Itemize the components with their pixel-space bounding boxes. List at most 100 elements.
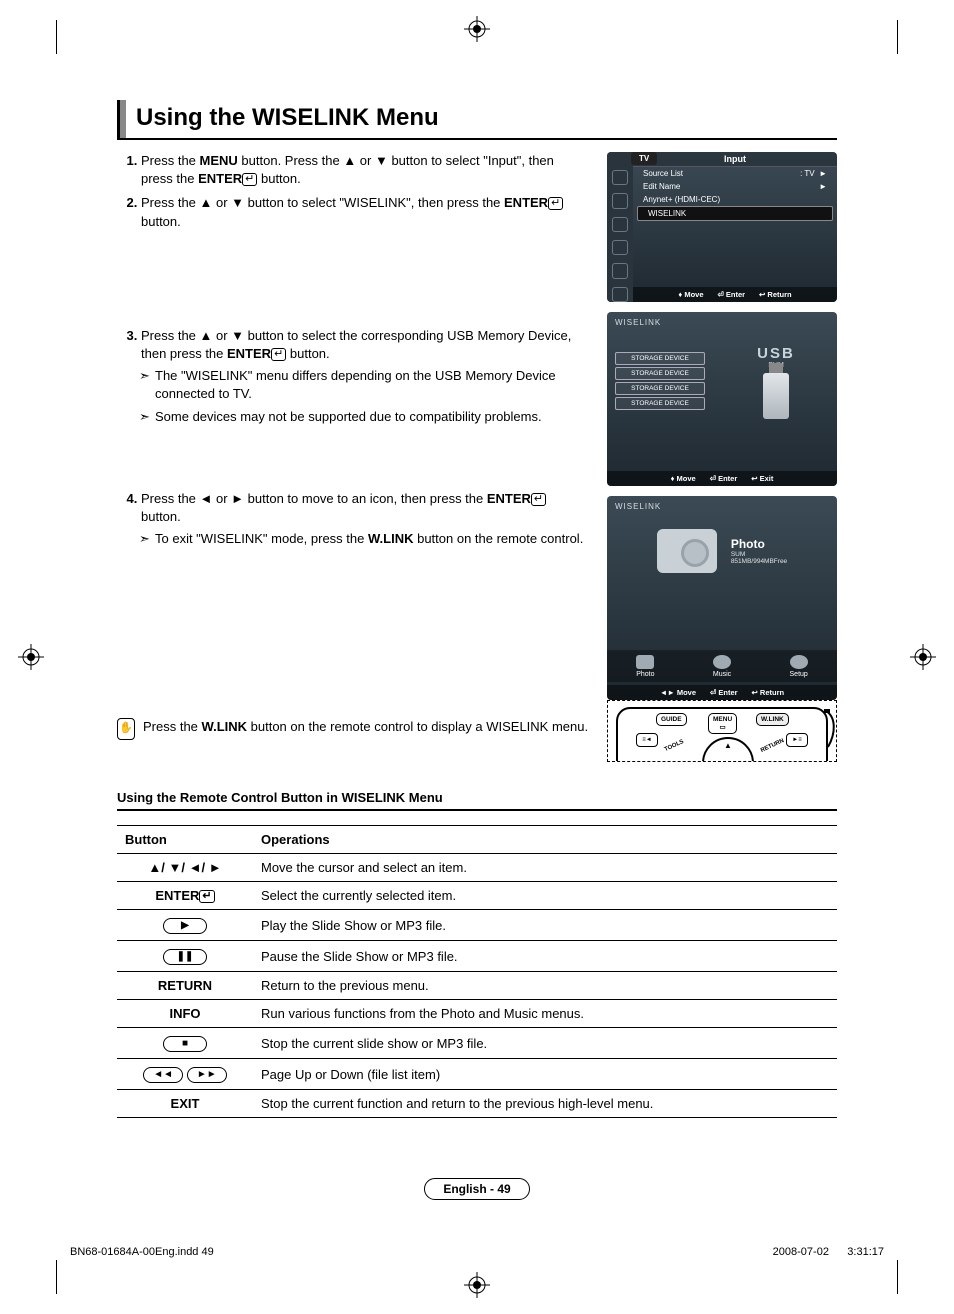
crop-line: [897, 1260, 898, 1294]
osd-mode-photo: Photo: [636, 655, 654, 678]
osd-hint-move: ◄► Move: [660, 688, 696, 697]
osd-sidebar: [607, 152, 633, 302]
osd-sidebar-icon: [612, 170, 628, 185]
step-4: Press the ◄ or ► button to move to an ic…: [141, 490, 589, 549]
osd-hint-move: ♦ Move: [678, 290, 703, 299]
remote-side-button: ►≡: [786, 733, 808, 747]
table-cell-op: Page Up or Down (file list item): [253, 1059, 837, 1090]
osd-row-edit-name: Edit Name►: [633, 180, 837, 193]
remote-callout-icon: [824, 709, 837, 749]
remote-wlink-button: W.LINK: [756, 713, 789, 726]
osd-hint-enter: ⏎ Enter: [718, 290, 746, 299]
footer-timestamp: 2008-07-02 3:31:17: [773, 1246, 884, 1258]
crop-line: [897, 20, 898, 54]
osd-sidebar-icon: [612, 263, 628, 278]
remote-menu-button: MENU▭: [708, 713, 737, 734]
registration-mark-icon: [910, 644, 936, 670]
section-title-row: Using the WISELINK Menu: [117, 100, 837, 140]
osd-row-anynet: Anynet+ (HDMI-CEC): [633, 193, 837, 206]
table-cell-button: INFO: [117, 1000, 253, 1028]
osd-hint-return: ↩ Return: [759, 290, 792, 299]
print-footer: BN68-01684A-00Eng.indd 49 2008-07-02 3:3…: [70, 1246, 884, 1258]
usb-stick-icon: [763, 373, 789, 419]
osd-storage-list: STORAGE DEVICE STORAGE DEVICE STORAGE DE…: [615, 352, 705, 412]
osd-sidebar-icon: [612, 217, 628, 232]
osd-mode-setup: Setup: [790, 655, 808, 678]
remote-guide-button: GUIDE: [656, 713, 687, 726]
setup-mode-icon: [790, 655, 808, 669]
osd-wiselink-label: WISELINK: [615, 502, 829, 511]
osd-hint-exit: ↩ Exit: [751, 474, 773, 483]
osd-storage-item: STORAGE DEVICE: [615, 352, 705, 365]
table-cell-op: Move the cursor and select an item.: [253, 854, 837, 882]
enter-icon: ↵: [548, 197, 563, 210]
play-icon: ▶: [163, 918, 207, 934]
table-cell-button: EXIT: [117, 1090, 253, 1118]
note-row: ✋ Press the W.LINK button on the remote …: [117, 718, 589, 740]
osd-hint-return: ↩ Return: [752, 688, 785, 697]
table-cell-button: ▶: [117, 910, 253, 941]
osd-footer: ◄► Move ⏎ Enter ↩ Return: [607, 685, 837, 700]
osd-usb-block: USB SUM: [723, 345, 829, 419]
osd-footer: ♦ Move ⏎ Enter ↩ Return: [633, 287, 837, 302]
osd-hint-enter: ⏎ Enter: [710, 688, 738, 697]
camera-icon: [657, 529, 717, 573]
step-3-note-2: Some devices may not be supported due to…: [155, 408, 589, 426]
osd-sidebar-icon: [612, 287, 628, 302]
remote-note-icon: ✋: [117, 718, 135, 740]
table-cell-op: Select the currently selected item.: [253, 882, 837, 910]
photo-mode-icon: [636, 655, 654, 669]
remote-tools-label: TOOLS: [664, 739, 685, 753]
osd-sidebar-icon: [612, 193, 628, 208]
pause-icon: ❚❚: [163, 949, 207, 965]
crop-line: [56, 1260, 57, 1294]
page-title: Using the WISELINK Menu: [136, 100, 439, 138]
enter-icon: ↵: [531, 493, 546, 506]
table-cell-button: ◄◄ ►►: [117, 1059, 253, 1090]
osd-row-wiselink: WISELINK: [637, 206, 833, 221]
remote-side-button: ≡◄: [636, 733, 658, 747]
registration-mark-icon: [464, 16, 490, 42]
osd-storage-item: STORAGE DEVICE: [615, 382, 705, 395]
table-cell-op: Run various functions from the Photo and…: [253, 1000, 837, 1028]
osd-photo-panel: WISELINK Photo SUM 851MB/994MBFree Photo…: [607, 496, 837, 700]
step-3: Press the ▲ or ▼ button to select the co…: [141, 327, 589, 484]
table-cell-op: Stop the current function and return to …: [253, 1090, 837, 1118]
table-cell-button: ■: [117, 1028, 253, 1059]
page-number: English - 49: [117, 1178, 837, 1200]
enter-icon: ↵: [271, 348, 286, 361]
osd-mode-music: Music: [713, 655, 731, 678]
osd-storage-item: STORAGE DEVICE: [615, 397, 705, 410]
step-4-note-1: To exit "WISELINK" mode, press the W.LIN…: [155, 530, 589, 548]
enter-icon: ↵: [199, 890, 214, 903]
osd-hint-enter: ⏎ Enter: [710, 474, 738, 483]
osd-storage-panel: WISELINK STORAGE DEVICE STORAGE DEVICE S…: [607, 312, 837, 486]
table-header-operations: Operations: [253, 826, 837, 854]
osd-wiselink-label: WISELINK: [615, 318, 829, 327]
table-cell-op: Stop the current slide show or MP3 file.: [253, 1028, 837, 1059]
osd-header: Input: [633, 152, 837, 167]
footer-file: BN68-01684A-00Eng.indd 49: [70, 1246, 214, 1258]
table-cell-button: ▲/ ▼/ ◄/ ►: [117, 854, 253, 882]
table-cell-op: Pause the Slide Show or MP3 file.: [253, 941, 837, 972]
registration-mark-icon: [18, 644, 44, 670]
remote-return-label: RETURN: [760, 738, 785, 754]
note-text: Press the W.LINK button on the remote co…: [143, 718, 588, 736]
subheading: Using the Remote Control Button in WISEL…: [117, 790, 837, 811]
music-mode-icon: [713, 655, 731, 669]
stop-icon: ■: [163, 1036, 207, 1052]
table-header-button: Button: [117, 826, 253, 854]
osd-row-source-list: Source List : TV ►: [633, 167, 837, 180]
registration-mark-icon: [464, 1272, 490, 1298]
rewind-icon: ◄◄: [143, 1067, 183, 1083]
osd-input-panel: TV Input Source List : TV ► Edit Name► A…: [607, 152, 837, 302]
step-1: Press the MENU button. Press the ▲ or ▼ …: [141, 152, 589, 188]
table-cell-op: Play the Slide Show or MP3 file.: [253, 910, 837, 941]
table-cell-button: ❚❚: [117, 941, 253, 972]
remote-dpad: [702, 737, 754, 762]
osd-photo-info: Photo SUM 851MB/994MBFree: [731, 537, 787, 565]
remote-diagram: GUIDE MENU▭ W.LINK ≡◄ ►≡ TOOLS RETURN: [607, 700, 837, 762]
table-cell-op: Return to the previous menu.: [253, 972, 837, 1000]
osd-sidebar-icon: [612, 240, 628, 255]
step-2: Press the ▲ or ▼ button to select "WISEL…: [141, 194, 589, 320]
